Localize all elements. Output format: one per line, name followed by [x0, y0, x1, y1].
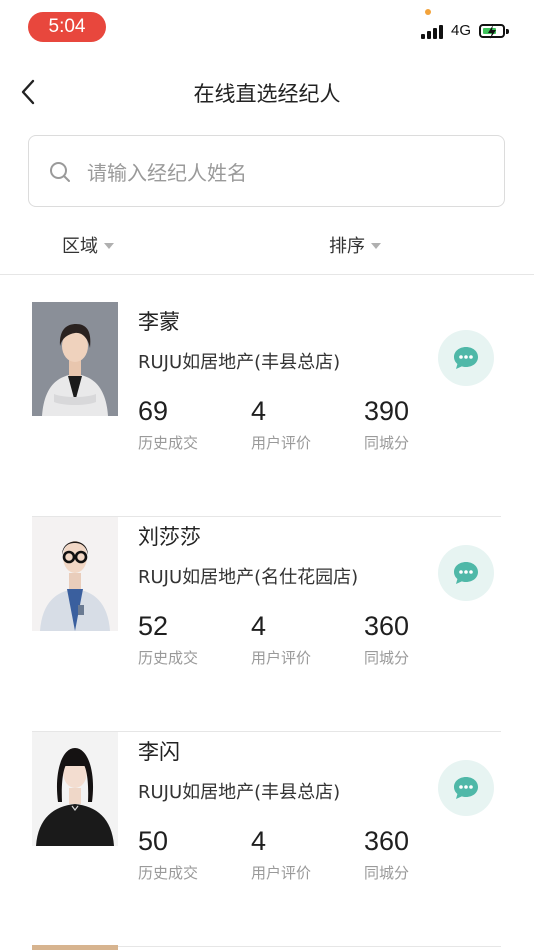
area-filter-dropdown[interactable]: 区域: [62, 232, 114, 258]
filter-bar: 区域 排序: [0, 222, 534, 275]
battery-charging-icon: [479, 24, 509, 39]
reviews-label: 用户评价: [251, 434, 312, 452]
agent-card[interactable]: 刘莎莎 RUJU如居地产(名仕花园店) 52 历史成交 4 用户评价 360 同…: [32, 517, 502, 732]
chat-bubble-icon: [454, 562, 478, 584]
agent-avatar[interactable]: [32, 517, 118, 631]
deals-count: 69: [138, 396, 169, 426]
stat-reviews: 4 用户评价: [251, 611, 311, 668]
stat-score: 390 同城分: [364, 396, 409, 453]
deals-label: 历史成交: [138, 864, 199, 882]
status-bar: 5:04 4G: [0, 0, 534, 56]
score-value: 390: [364, 396, 410, 426]
score-label: 同城分: [364, 864, 410, 882]
score-value: 360: [364, 611, 410, 641]
agent-name: 刘莎莎: [138, 525, 201, 549]
score-value: 360: [364, 826, 410, 856]
sort-label: 排序: [329, 236, 365, 257]
agent-name-search-input[interactable]: [85, 154, 489, 192]
status-time[interactable]: 5:04: [28, 12, 106, 42]
search-box[interactable]: [28, 135, 505, 207]
score-label: 同城分: [364, 649, 410, 667]
agent-name: 李闪: [138, 740, 180, 764]
stat-reviews: 4 用户评价: [251, 826, 311, 883]
agent-card[interactable]: 李闪 RUJU如居地产(丰县总店) 50 历史成交 4 用户评价 360 同城分: [32, 732, 502, 947]
area-filter-label: 区域: [62, 236, 98, 257]
agent-avatar[interactable]: [32, 302, 118, 416]
agent-name: 李蒙: [138, 310, 180, 334]
caret-down-icon: [371, 243, 381, 249]
deals-count: 52: [138, 611, 169, 641]
nav-bar: 在线直选经纪人: [0, 64, 534, 120]
agent-card[interactable]: 李蒙 RUJU如居地产(丰县总店) 69 历史成交 4 用户评价 390 同城分: [32, 302, 502, 517]
deals-label: 历史成交: [138, 434, 199, 452]
cellular-signal-icon: [421, 25, 445, 39]
deals-count: 50: [138, 826, 169, 856]
stat-deals: 50 历史成交: [138, 826, 198, 883]
reviews-count: 4: [251, 396, 267, 426]
page-title: 在线直选经纪人: [193, 82, 341, 106]
deals-label: 历史成交: [138, 649, 199, 667]
stat-deals: 69 历史成交: [138, 396, 198, 453]
next-agent-avatar-peek: [32, 945, 118, 950]
reviews-count: 4: [251, 826, 267, 856]
reviews-label: 用户评价: [251, 864, 312, 882]
stat-score: 360 同城分: [364, 611, 409, 668]
reviews-label: 用户评价: [251, 649, 312, 667]
sort-dropdown[interactable]: 排序: [329, 232, 381, 258]
stat-reviews: 4 用户评价: [251, 396, 311, 453]
network-type: 4G: [451, 22, 472, 39]
chat-button[interactable]: [438, 760, 494, 816]
agent-store: RUJU如居地产(丰县总店): [138, 782, 341, 803]
chat-bubble-icon: [454, 777, 478, 799]
agent-avatar[interactable]: [32, 732, 118, 846]
score-label: 同城分: [364, 434, 410, 452]
search-icon: [50, 162, 70, 182]
chat-button[interactable]: [438, 330, 494, 386]
stat-score: 360 同城分: [364, 826, 409, 883]
agent-store: RUJU如居地产(名仕花园店): [138, 567, 359, 588]
chat-button[interactable]: [438, 545, 494, 601]
caret-down-icon: [104, 243, 114, 249]
reviews-count: 4: [251, 611, 267, 641]
agent-store: RUJU如居地产(丰县总店): [138, 352, 341, 373]
privacy-indicator-dot: [425, 9, 431, 15]
stat-deals: 52 历史成交: [138, 611, 198, 668]
chat-bubble-icon: [454, 347, 478, 369]
